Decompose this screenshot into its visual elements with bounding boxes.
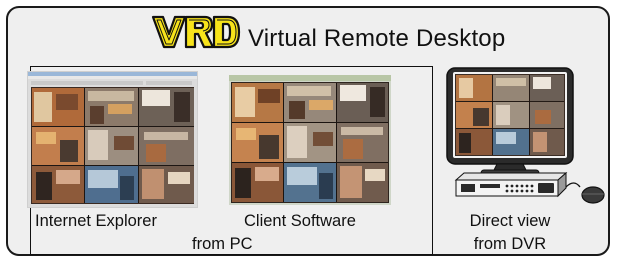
client-software-label: Client Software	[244, 212, 356, 230]
dvr-recorder-unit	[454, 171, 568, 198]
page-title: Virtual Remote Desktop	[248, 25, 506, 52]
mouse-icon	[566, 182, 605, 204]
internet-explorer-label: Internet Explorer	[35, 212, 157, 230]
vrd-logo	[151, 15, 241, 49]
dvr-monitor	[446, 67, 574, 177]
from-dvr-label: from DVR	[473, 235, 547, 253]
vrd-logo-lettering	[151, 15, 241, 49]
from-pc-label: from PC	[192, 235, 253, 253]
internet-explorer-screenshot	[28, 72, 197, 207]
client-software-screenshot	[229, 75, 391, 205]
direct-view-label: Direct view	[469, 212, 551, 230]
